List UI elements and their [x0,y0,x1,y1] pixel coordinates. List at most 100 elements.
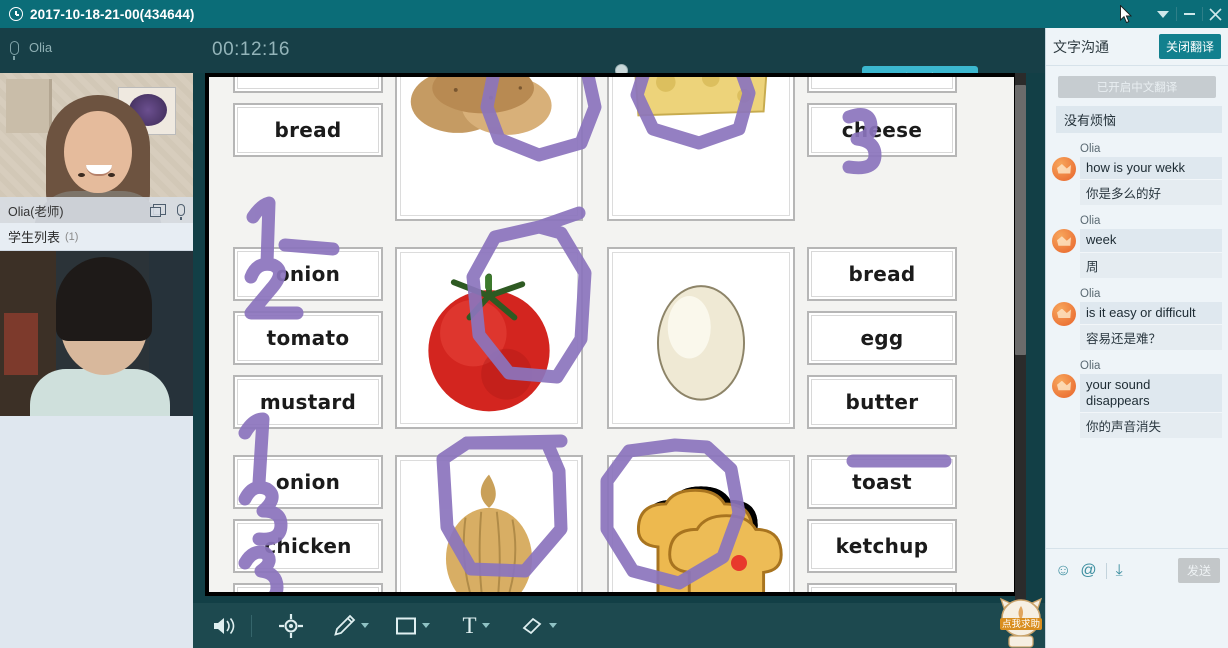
volume-button[interactable] [201,603,247,648]
word-box[interactable]: toast [807,455,957,509]
minimize-button[interactable] [1176,0,1202,28]
word-box[interactable] [233,77,383,93]
elapsed-time: 00:12:16 [212,39,290,60]
send-button[interactable]: 发送 [1177,558,1220,583]
scrollbar-thumb[interactable] [1015,85,1026,355]
text-tool-button[interactable]: T [450,603,502,648]
microphone-icon[interactable] [177,204,185,220]
word-box[interactable]: lettuce [233,583,383,592]
picture-column [601,247,801,429]
pointer-target-button[interactable] [268,603,314,648]
caret-down-icon [1157,10,1169,18]
chat-text-original: week [1080,229,1222,252]
picture-box[interactable] [395,455,583,592]
word-box[interactable]: bread [233,103,383,157]
whiteboard-toolbar: T [193,603,1045,648]
picture-column [389,455,589,592]
word-box[interactable]: cheese [807,103,957,157]
whiteboard-scrollbar[interactable] [1015,73,1026,603]
restore-button[interactable] [1150,0,1176,28]
chevron-down-icon[interactable] [481,623,490,628]
onion-photo [445,474,533,592]
word-column: bread [227,77,389,221]
word-label: tomato [266,326,350,350]
teacher-video-overlay: Olia(老师) [0,197,193,223]
chat-bubble-group: Olia how is your wekk 你是多么的好 [1080,143,1222,206]
word-box[interactable] [807,77,957,93]
word-label: bread [848,262,916,286]
student-list-header[interactable]: 学生列表 (1) [0,223,193,251]
mention-icon[interactable]: @ [1080,562,1096,580]
bread-slices-photo [410,77,552,135]
help-assistant-button[interactable]: 点我求助 [997,596,1045,648]
teacher-video-tile[interactable]: Olia(老师) [0,73,193,223]
picture-box[interactable] [607,455,795,592]
worksheet-half: onion chicken lettuce [227,455,601,592]
chevron-down-icon[interactable] [548,623,557,628]
download-icon[interactable]: ⤓ [1116,562,1123,580]
picture-box[interactable] [607,77,795,221]
word-label: mustard [259,390,357,414]
word-column: onion chicken lettuce [227,455,389,592]
word-box[interactable]: ketchup [807,519,957,573]
chat-text-translated: 你是多么的好 [1080,179,1222,206]
close-button[interactable] [1202,0,1228,28]
chat-text-original: how is your wekk [1080,157,1222,180]
eraser-button[interactable] [512,603,564,648]
chat-panel: 文字沟通 关闭翻译 已开启中文翻译 没有烦恼 Olia how is your … [1045,28,1228,648]
worksheet-row: bread cheese [227,77,975,221]
worksheet-half: bread [227,77,601,221]
rectangle-button[interactable] [386,603,438,648]
word-box[interactable]: onion [233,455,383,509]
word-label [304,77,311,78]
worksheet-row: onion tomato mustard bread egg butter [227,247,975,429]
picture-box[interactable] [607,247,795,429]
toggle-translation-button[interactable]: 关闭翻译 [1158,34,1221,59]
picture-column [601,455,801,592]
active-speaker: Olia [10,40,52,60]
chat-toolbar: ☺ @ ⤓ 发送 [1046,548,1228,592]
title-bar: 2017-10-18-21-00(434644) [0,0,1228,28]
chat-message: Olia is it easy or difficult 容易还是难？ [1052,288,1222,350]
chat-messages[interactable]: 已开启中文翻译 没有烦恼 Olia how is your wekk 你是多么的… [1046,66,1228,553]
avatar [1052,229,1076,254]
emoji-icon[interactable]: ☺ [1055,562,1071,580]
word-box[interactable]: tomato [233,311,383,365]
word-box[interactable]: bread [807,583,957,592]
toolbar-divider [251,614,252,637]
word-label [878,77,885,78]
word-box[interactable]: mustard [233,375,383,429]
word-box[interactable]: egg [807,311,957,365]
word-box[interactable]: bread [807,247,957,301]
whiteboard-canvas[interactable]: bread cheese onion tomato mustard bread … [209,77,1014,592]
worksheet-half: cheese [601,77,975,221]
student-list-count: (1) [65,230,79,243]
word-box[interactable]: onion [233,247,383,301]
word-label: cheese [841,118,923,142]
cheese-slice-photo [634,77,768,117]
system-note: 已开启中文翻译 [1058,76,1216,98]
toolbar-divider [1105,562,1107,579]
avatar [1052,373,1076,398]
word-label: ketchup [835,534,929,558]
close-icon [1208,7,1222,21]
worksheet-half: bread egg butter [601,247,975,429]
picture-box[interactable] [395,77,583,221]
popout-icon[interactable] [150,204,166,217]
chevron-down-icon[interactable] [421,623,430,628]
word-box[interactable]: butter [807,375,957,429]
chevron-down-icon[interactable] [360,623,369,628]
minimize-icon [1183,13,1195,15]
teacher-eye-left [78,173,85,177]
microphone-icon [10,40,19,60]
student-video-tile[interactable] [0,251,193,416]
chat-bubble-group: Olia week 周 [1080,215,1222,278]
picture-box[interactable] [395,247,583,429]
word-column: onion tomato mustard [227,247,389,429]
pencil-button[interactable] [324,603,376,648]
chat-input[interactable] [1046,592,1228,648]
clock-icon [9,7,23,21]
word-box[interactable]: chicken [233,519,383,573]
chat-sender: Olia [1080,215,1101,228]
student-list-label: 学生列表 [8,230,61,245]
